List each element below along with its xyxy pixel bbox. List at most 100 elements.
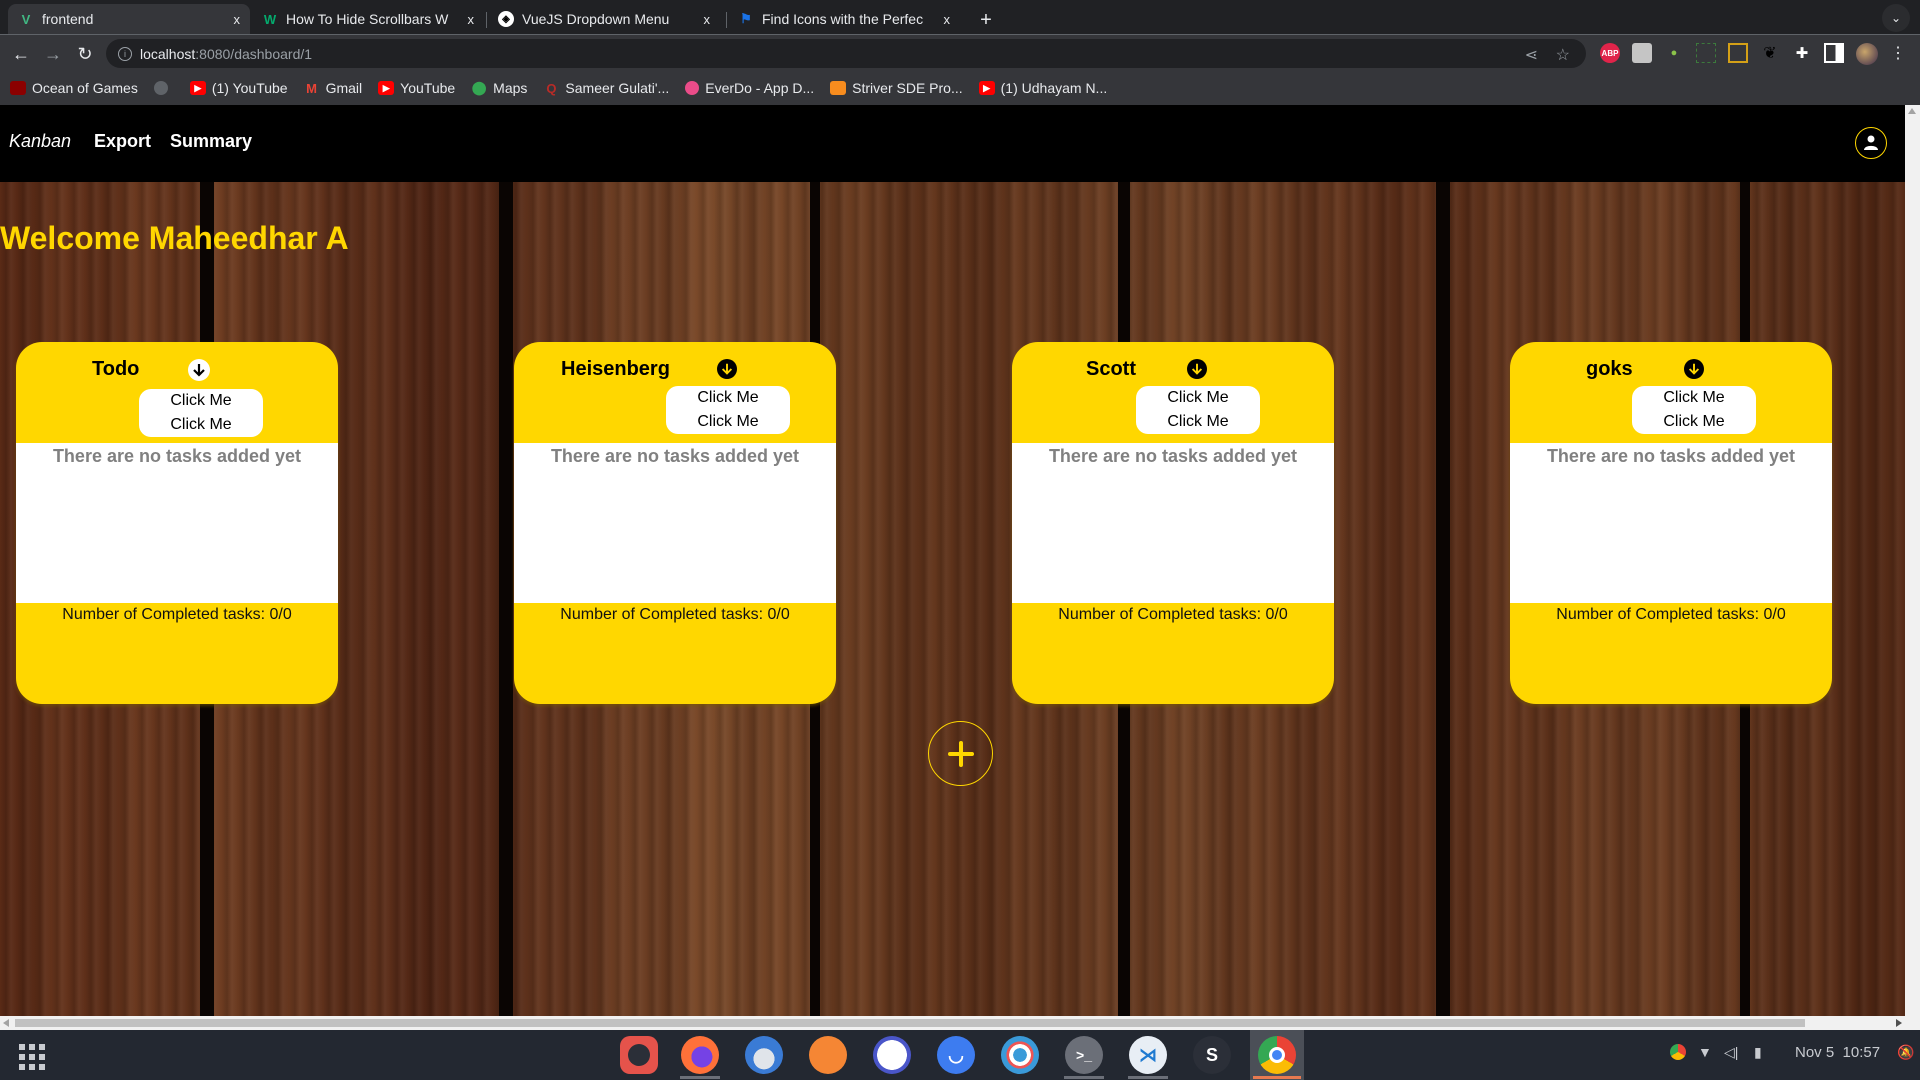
dropdown-item-click-me[interactable]: Click Me <box>170 413 231 437</box>
os-taskbar: ◡ >_ ⋊ S ▼ ◁| ▮ Nov 5 10:57 🔕 <box>0 1030 1920 1080</box>
user-icon <box>1864 135 1878 150</box>
bookmarks-bar: Ocean of Games ▶ (1) YouTube M Gmail ▶ Y… <box>0 71 1920 105</box>
window-resizer-icon[interactable] <box>1728 43 1748 63</box>
scroll-up-arrow-icon[interactable] <box>1908 108 1916 114</box>
download-x-icon[interactable]: ● <box>1664 43 1684 63</box>
nav-kanban-link[interactable]: Kanban <box>9 131 71 152</box>
tab-frontend[interactable]: V frontend x <box>8 4 250 34</box>
board-dropdown-menu: Click Me Click Me <box>1632 386 1756 434</box>
site-info-icon[interactable]: i <box>118 46 132 61</box>
empty-tasks-message: There are no tasks added yet <box>550 446 800 466</box>
close-tab-icon[interactable]: x <box>468 12 475 27</box>
bookmark-youtube[interactable]: ▶ YouTube <box>378 80 455 96</box>
clock[interactable]: Nov 5 10:57 <box>1795 1044 1880 1061</box>
screen-recorder-icon[interactable] <box>620 1036 658 1074</box>
forward-arrow-icon[interactable]: → <box>40 41 66 67</box>
chrome-icon[interactable] <box>1258 1036 1296 1074</box>
profile-button[interactable] <box>1855 127 1887 159</box>
wifi-icon[interactable]: ▼ <box>1698 1044 1712 1060</box>
dropdown-item-click-me[interactable]: Click Me <box>697 410 758 434</box>
contact-icon[interactable] <box>1632 43 1652 63</box>
close-tab-icon[interactable]: x <box>704 12 711 27</box>
board-header: Todo Click Me Click Me <box>16 342 338 443</box>
puzzle-extensions-icon[interactable]: ✚ <box>1792 43 1812 63</box>
globe-icon <box>153 81 168 95</box>
tab-separator <box>726 12 727 28</box>
arrow-down-dropdown-icon[interactable] <box>188 359 210 381</box>
add-board-button[interactable] <box>928 721 993 786</box>
board-card-todo: Todo Click Me Click Me There are no task… <box>16 342 338 704</box>
side-panel-icon[interactable] <box>1824 43 1844 63</box>
url-text: localhost:8080/dashboard/1 <box>140 45 313 62</box>
board-dropdown-menu: Click Me Click Me <box>666 386 790 434</box>
thunderbird-icon[interactable] <box>745 1036 783 1074</box>
chrome-tray-icon[interactable] <box>1670 1044 1686 1063</box>
address-bar[interactable]: i localhost:8080/dashboard/1 ⋖ ☆ <box>106 39 1586 68</box>
bookmark-maps[interactable]: ⬤ Maps <box>471 80 528 96</box>
arrow-down-dropdown-icon[interactable] <box>717 359 737 379</box>
completed-tasks-count: Number of Completed tasks: 0/0 <box>560 606 790 623</box>
dropdown-item-click-me[interactable]: Click Me <box>1663 386 1724 410</box>
reload-icon[interactable]: ↻ <box>72 41 98 67</box>
bookmark-gmail[interactable]: M Gmail <box>304 80 362 96</box>
board-task-list: There are no tasks added yet <box>1012 443 1334 603</box>
plus-icon <box>947 740 974 767</box>
close-tab-icon[interactable]: x <box>944 12 951 27</box>
abp-icon[interactable]: ABP <box>1600 43 1620 63</box>
notifications-muted-icon[interactable]: 🔕 <box>1897 1044 1914 1061</box>
tab-find-icons[interactable]: ⚑ Find Icons with the Perfec x <box>728 4 960 34</box>
nav-export-link[interactable]: Export <box>94 131 151 152</box>
gnome-icon[interactable]: ❦ <box>1760 43 1780 63</box>
terminal-icon[interactable]: >_ <box>1065 1036 1103 1074</box>
board-title: Scott <box>1086 358 1136 380</box>
gmail-icon: M <box>306 80 318 96</box>
dropdown-item-click-me[interactable]: Click Me <box>1663 410 1724 434</box>
empty-tasks-message: There are no tasks added yet <box>1048 446 1298 466</box>
dropdown-item-click-me[interactable]: Click Me <box>1167 410 1228 434</box>
board-task-list: There are no tasks added yet <box>1510 443 1832 603</box>
scroll-left-arrow-icon[interactable] <box>3 1019 9 1027</box>
bookmark-globe[interactable] <box>153 81 174 95</box>
vertical-scrollbar[interactable] <box>1905 105 1920 1030</box>
youtube-icon: ▶ <box>189 81 206 95</box>
slack-s-icon[interactable]: S <box>1193 1036 1231 1074</box>
arrow-down-dropdown-icon[interactable] <box>1187 359 1207 379</box>
share-icon[interactable]: ⋖ <box>1525 45 1538 65</box>
battery-icon[interactable]: ▮ <box>1754 1044 1762 1061</box>
volume-icon[interactable]: ◁| <box>1724 1044 1738 1061</box>
tab-search-chevron-icon[interactable]: ⌄ <box>1882 4 1910 32</box>
screen-capture-icon[interactable] <box>1696 43 1716 63</box>
dropdown-item-click-me[interactable]: Click Me <box>697 386 758 410</box>
dropdown-item-click-me[interactable]: Click Me <box>1167 386 1228 410</box>
bookmark-youtube-1[interactable]: ▶ (1) YouTube <box>189 80 288 96</box>
bookmark-star-icon[interactable]: ☆ <box>1556 45 1570 65</box>
running-indicator <box>680 1076 720 1079</box>
board-card-scott: Scott Click Me Click Me There are no tas… <box>1012 342 1334 704</box>
help-icon[interactable] <box>1001 1036 1039 1074</box>
nav-summary-link[interactable]: Summary <box>170 131 252 152</box>
back-arrow-icon[interactable]: ← <box>8 41 34 67</box>
horizontal-scrollbar[interactable] <box>0 1016 1905 1030</box>
bookmark-udhayam[interactable]: ▶ (1) Udhayam N... <box>978 80 1107 96</box>
kebab-menu-icon[interactable]: ⋮ <box>1888 43 1908 63</box>
text-editor-icon[interactable] <box>873 1036 911 1074</box>
horizontal-scroll-thumb[interactable] <box>15 1019 1805 1027</box>
bookmark-striver-sde[interactable]: Striver SDE Pro... <box>830 80 963 96</box>
dropdown-item-click-me[interactable]: Click Me <box>170 389 231 413</box>
close-tab-icon[interactable]: x <box>234 12 241 27</box>
arrow-down-dropdown-icon[interactable] <box>1684 359 1704 379</box>
vscode-icon[interactable]: ⋊ <box>1129 1036 1167 1074</box>
tab-hide-scrollbars[interactable]: W How To Hide Scrollbars W x <box>252 4 484 34</box>
files-icon[interactable] <box>809 1036 847 1074</box>
new-tab-button[interactable]: + <box>972 6 1000 34</box>
software-store-icon[interactable]: ◡ <box>937 1036 975 1074</box>
board-footer: Number of Completed tasks: 0/0 <box>514 603 836 624</box>
tab-vuejs-dropdown[interactable]: ◈ VueJS Dropdown Menu x <box>488 4 720 34</box>
scroll-right-arrow-icon[interactable] <box>1896 1019 1902 1027</box>
app-grid-icon[interactable] <box>19 1044 45 1070</box>
bookmark-everdo[interactable]: EverDo - App D... <box>685 80 814 96</box>
firefox-icon[interactable] <box>681 1036 719 1074</box>
profile-avatar-icon[interactable] <box>1856 43 1878 65</box>
bookmark-sameer-gulati[interactable]: Q Sameer Gulati'... <box>543 80 669 96</box>
bookmark-ocean-of-games[interactable]: Ocean of Games <box>10 80 138 96</box>
